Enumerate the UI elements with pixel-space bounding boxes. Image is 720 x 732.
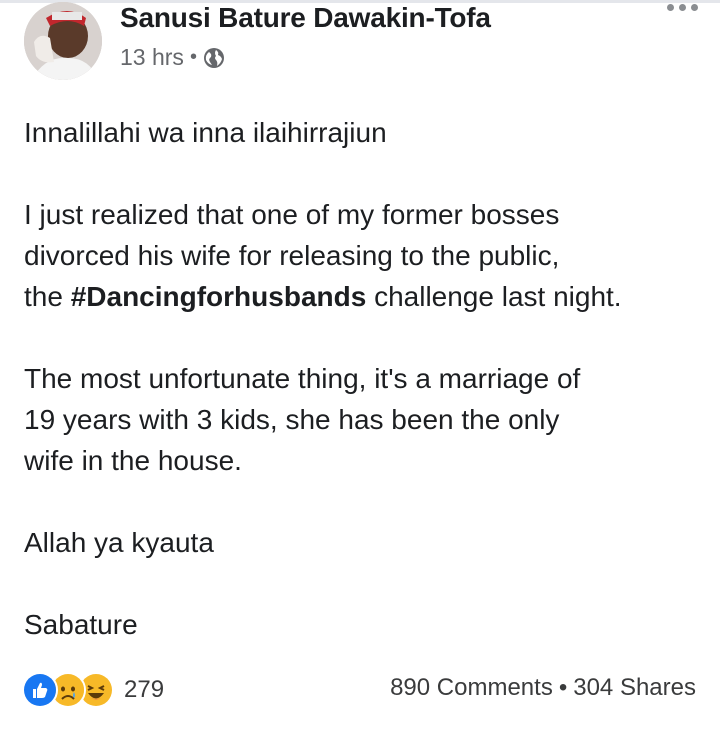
stats-separator: • [558,674,568,701]
author-name[interactable]: Sanusi Bature Dawakin-Tofa [120,2,491,34]
paragraph-1: Innalillahi wa inna ilaihirrajiun [24,117,387,148]
hashtag-link[interactable]: #Dancingforhusbands [71,281,367,312]
globe-icon[interactable] [203,47,225,69]
paragraph-3-line-2: 19 years with 3 kids, she has been the o… [24,404,560,435]
signature: Sabature [24,609,138,640]
comments-link[interactable]: 890 Comments [390,674,553,701]
post-body: Innalillahi wa inna ilaihirrajiun I just… [24,112,704,645]
engagement-stats: 890 Comments • 304 Shares [390,674,696,702]
reaction-count[interactable]: 279 [124,676,164,704]
paragraph-2-line-3: the #Dancingforhusbands challenge last n… [24,281,622,312]
paragraph-4: Allah ya kyauta [24,527,214,558]
shares-link[interactable]: 304 Shares [573,674,696,701]
paragraph-2-line-2: divorced his wife for releasing to the p… [24,240,560,271]
paragraph-3-line-3: wife in the house. [24,445,242,476]
reactions-summary[interactable]: 279 [22,672,164,708]
paragraph-2-line-1: I just realized that one of my former bo… [24,199,560,230]
like-icon [22,672,58,708]
more-options-icon[interactable] [667,4,698,11]
paragraph-3-line-1: The most unfortunate thing, it's a marri… [24,363,581,394]
post-time[interactable]: 13 hrs [120,44,184,71]
avatar[interactable] [24,2,102,80]
post-meta: 13 hrs • [120,44,225,71]
meta-separator: • [189,46,197,68]
